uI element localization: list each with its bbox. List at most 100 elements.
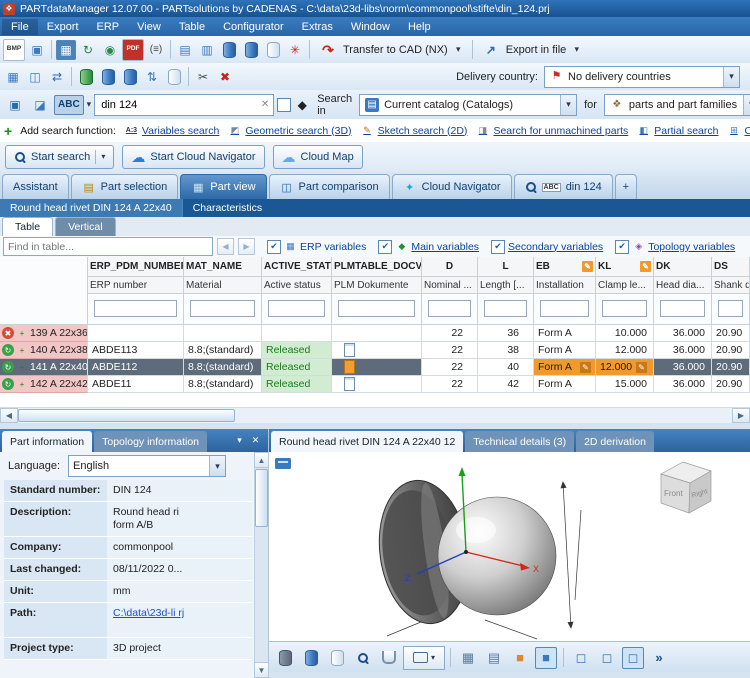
add-row-icon[interactable]: + (16, 327, 28, 339)
find-next-button[interactable]: ▶ (238, 238, 255, 255)
cell-material[interactable] (184, 325, 262, 342)
cell-d[interactable]: 22 (422, 342, 478, 359)
cell-status[interactable]: Released (262, 376, 332, 393)
cell-eb[interactable]: Form A (534, 325, 596, 342)
chevron-down-icon[interactable]: ▾ (452, 42, 465, 58)
cell-d[interactable]: 22 (422, 359, 478, 376)
view-cube[interactable]: Front Right (661, 462, 711, 513)
cell-plm[interactable] (332, 359, 422, 376)
tab-2d-derivation[interactable]: 2D derivation (576, 431, 654, 452)
table-view-icon[interactable]: ▦ (3, 67, 23, 87)
search-in-dropdown[interactable]: ▤ Current catalog (Catalogs) ▾ (359, 94, 577, 116)
search-input[interactable] (99, 98, 257, 112)
sketch-search-link[interactable]: ✎Sketch search (2D) (360, 124, 468, 137)
menu-extras[interactable]: Extras (293, 19, 342, 35)
chevron-down-icon[interactable]: ▾ (87, 97, 92, 113)
chevron-down-icon[interactable]: ▾ (560, 95, 576, 115)
layers-icon[interactable]: ▤ (483, 647, 505, 669)
scrollbar-thumb[interactable] (255, 469, 268, 527)
scroll-up-icon[interactable]: ▲ (254, 452, 269, 468)
tag-icon[interactable]: ◆ (295, 95, 309, 115)
globe-icon[interactable]: ◉ (100, 40, 120, 60)
cell-material[interactable]: 8.8;(standard) (184, 359, 262, 376)
find-in-table-input[interactable] (3, 237, 213, 256)
tab-part-comparison[interactable]: ◫Part comparison (269, 174, 390, 199)
add-row-icon[interactable]: + (16, 378, 28, 390)
cell-status[interactable] (262, 325, 332, 342)
add-row-icon[interactable]: + (16, 344, 28, 356)
filter-topology-variables[interactable]: ✔◈Topology variables (615, 240, 735, 254)
scrollbar-thumb[interactable] (18, 409, 235, 422)
menu-window[interactable]: Window (342, 19, 399, 35)
column-filter-input[interactable] (484, 300, 527, 317)
cell-l[interactable]: 42 (478, 376, 534, 393)
cell-kl[interactable]: 12.000 (596, 342, 654, 359)
close-icon[interactable]: ✕ (249, 435, 262, 446)
cell-erp[interactable]: ABDE112 (88, 359, 184, 376)
image-export-icon[interactable]: ▣ (27, 40, 47, 60)
search-field[interactable]: ✕ (94, 94, 274, 116)
part-view-icon[interactable]: ▦ (56, 40, 76, 60)
column-filter-input[interactable] (268, 300, 325, 317)
chevron-down-icon[interactable]: ▾ (743, 95, 750, 115)
select-grid-icon[interactable]: ▣ (5, 95, 25, 115)
part-info-scrollbar[interactable]: ▲ ▼ (254, 452, 268, 678)
refresh-row-icon[interactable]: ↻ (2, 378, 14, 390)
search-option-checkbox[interactable] (277, 98, 291, 112)
column-filter-input[interactable] (660, 300, 705, 317)
table-horizontal-scrollbar[interactable]: ◀ ▶ (0, 407, 750, 423)
cell-dk[interactable]: 36.000 (654, 325, 712, 342)
table-doc-icon[interactable]: ▤ (175, 40, 195, 60)
delete-icon[interactable]: ✖ (215, 67, 235, 87)
delivery-country-dropdown[interactable]: ⚑ No delivery countries ▾ (544, 66, 740, 88)
column-header[interactable]: ERP_PDM_NUMBER (88, 257, 184, 277)
classification-search-link[interactable]: ⊞Classification 2.0 sea (726, 124, 750, 137)
menu-erp[interactable]: ERP (88, 19, 129, 35)
menu-view[interactable]: View (128, 19, 170, 35)
tab-part-information[interactable]: Part information (2, 431, 92, 452)
cell-ds[interactable]: 20.90 (712, 325, 750, 342)
zoom-icon[interactable] (352, 647, 374, 669)
document-icon[interactable] (344, 377, 355, 391)
cell-kl[interactable]: 15.000 (596, 376, 654, 393)
refresh-row-icon[interactable]: ↻ (2, 361, 14, 373)
database-icon[interactable] (120, 67, 140, 87)
search-for-dropdown[interactable]: ❖ parts and part families ▾ (604, 94, 750, 116)
cell-dk[interactable]: 36.000 (654, 342, 712, 359)
main-variables-checkbox[interactable]: ✔ (378, 240, 392, 254)
cell-l[interactable]: 36 (478, 325, 534, 342)
abc-search-toggle[interactable]: ABC (54, 95, 84, 115)
cell-eb[interactable]: Form A (534, 376, 596, 393)
document-icon[interactable] (344, 343, 355, 357)
column-header[interactable]: MAT_NAME (184, 257, 262, 277)
cell-status[interactable]: Released (262, 342, 332, 359)
cell-dk[interactable]: 36.000 (654, 376, 712, 393)
start-search-button[interactable]: Start search ▾ (5, 145, 114, 169)
path-link[interactable]: C:\data\23d-li rj (107, 603, 197, 637)
scroll-right-icon[interactable]: ▶ (732, 408, 750, 423)
geometric-search-link[interactable]: ◩Geometric search (3D) (227, 124, 351, 137)
row-label[interactable]: ✖+139 A 22x36 (0, 325, 88, 342)
highlight-icon[interactable]: ◪ (30, 95, 50, 115)
database-icon[interactable] (98, 67, 118, 87)
cell-material[interactable]: 8.8;(standard) (184, 342, 262, 359)
menu-export[interactable]: Export (38, 19, 88, 35)
chevron-down-icon[interactable]: ▾ (723, 67, 739, 87)
export-in-file-button[interactable]: ↗ Export in file ▾ (476, 38, 588, 62)
new-tab-button[interactable]: + (615, 174, 637, 199)
cloud-map-button[interactable]: ☁ Cloud Map (273, 145, 363, 169)
unmachined-parts-search-link[interactable]: ◨Search for unmachined parts (475, 124, 628, 137)
tab-table[interactable]: Table (2, 217, 53, 236)
menu-configurator[interactable]: Configurator (214, 19, 293, 35)
column-header[interactable]: L (478, 257, 534, 277)
scissors-icon[interactable]: ✂ (193, 67, 213, 87)
annotation-dropdown-button[interactable]: ▾ (403, 646, 445, 670)
cell-dk[interactable]: 36.000 (654, 359, 712, 376)
measure-cup-icon[interactable] (378, 647, 400, 669)
database-light-icon[interactable] (164, 67, 184, 87)
cell-d[interactable]: 22 (422, 325, 478, 342)
solid-cube-icon[interactable]: ■ (509, 647, 531, 669)
cell-material[interactable]: 8.8;(standard) (184, 376, 262, 393)
cell-ds[interactable]: 20.90 (712, 359, 750, 376)
column-filter-input[interactable] (718, 300, 743, 317)
